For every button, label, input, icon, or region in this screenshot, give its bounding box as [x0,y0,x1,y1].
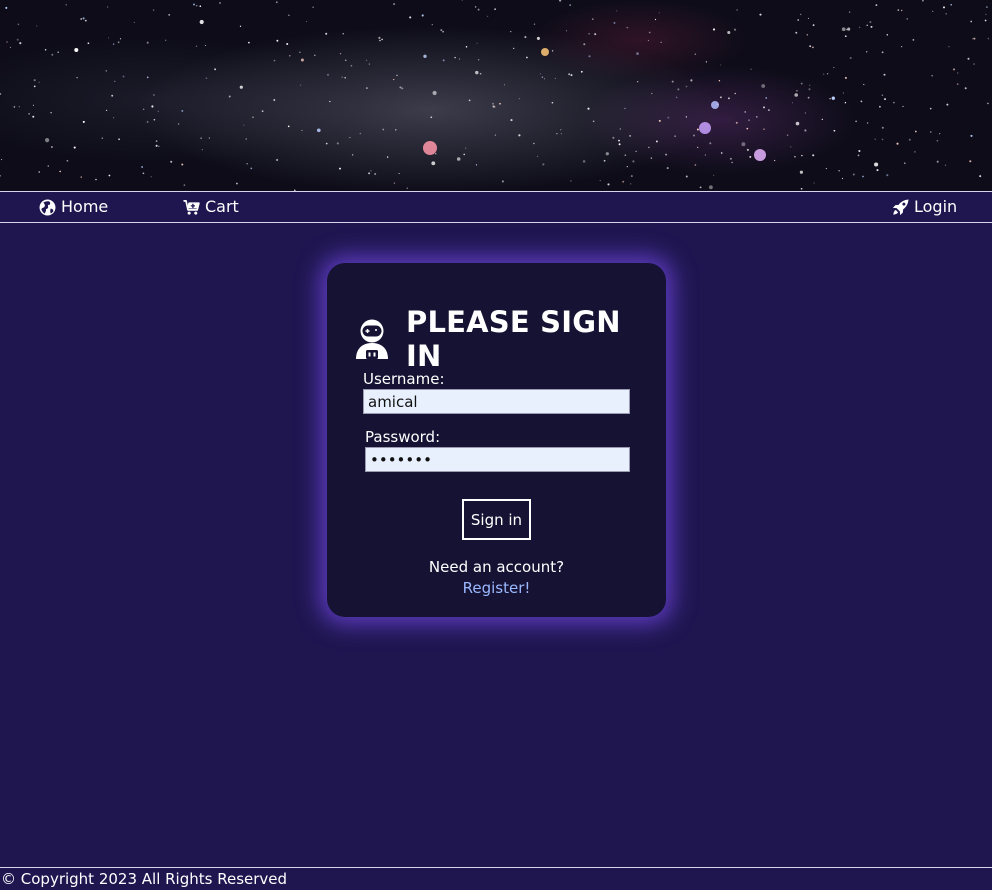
password-input[interactable] [365,447,630,472]
nav-cart-label: Cart [205,197,239,216]
nav-login-link[interactable]: Login [892,192,957,222]
nav-cart-link[interactable]: Cart [183,192,239,222]
navbar: Home Cart Login [0,191,992,223]
nav-home-link[interactable]: Home [39,192,108,222]
astronaut-icon [354,319,390,359]
rocket-icon [892,199,909,216]
password-label: Password: [365,428,441,446]
username-input[interactable] [363,389,630,414]
login-title: PLEASE SIGN IN [406,305,621,373]
sign-in-button[interactable]: Sign in [462,499,531,540]
login-card-header: PLEASE SIGN IN [354,305,666,373]
nav-home-label: Home [61,197,109,216]
globe-icon [39,199,56,216]
cart-icon [183,199,200,216]
username-label: Username: [363,370,445,388]
login-card: PLEASE SIGN IN Username: Password: Sign … [327,263,666,617]
nav-login-label: Login [914,197,958,216]
need-account-text: Need an account? [428,558,565,576]
starfield-banner [0,0,992,191]
starfield-image [0,0,990,191]
footer-copyright: © Copyright 2023 All Rights Reserved [0,867,992,888]
register-link[interactable]: Register! [327,579,666,597]
